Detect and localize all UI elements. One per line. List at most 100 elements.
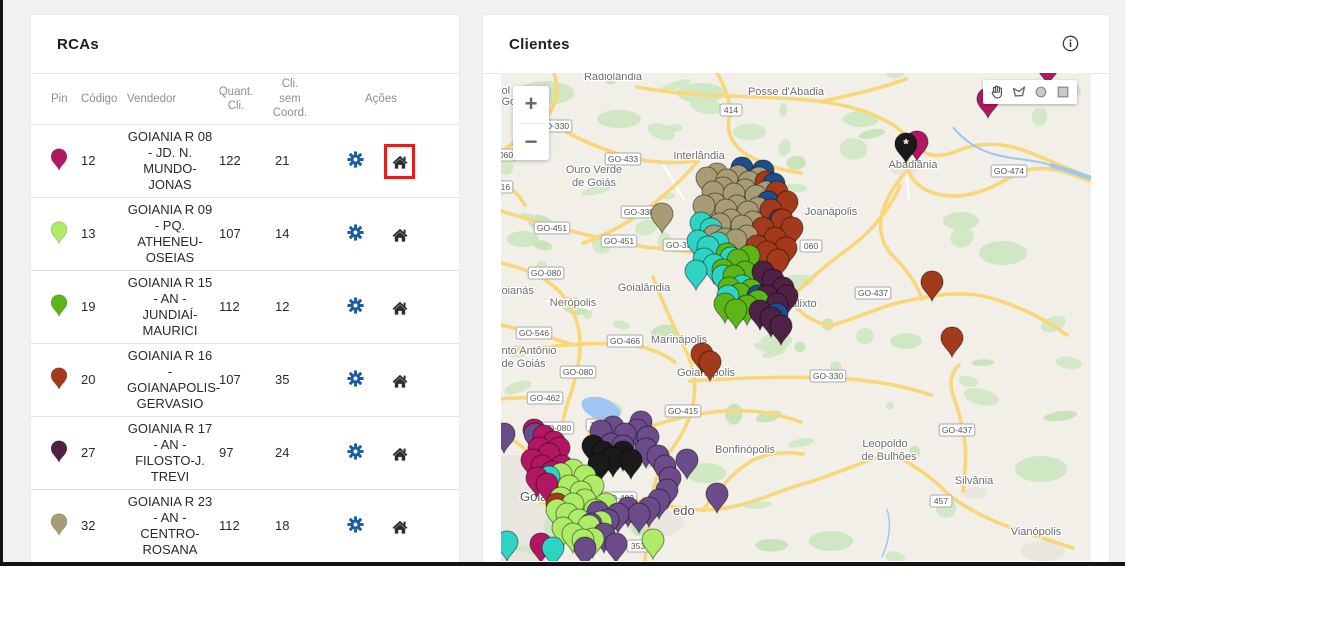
home-icon (391, 299, 409, 316)
home-icon (391, 445, 409, 462)
header-codigo: Código (81, 92, 127, 106)
svg-text:GO-474: GO-474 (994, 166, 1025, 176)
rca-pin-icon (51, 513, 67, 536)
road-badge: GO-546 (516, 327, 552, 339)
svg-text:GO-415: GO-415 (668, 406, 699, 416)
header-cli-sem-coord: Cli. sem Coord. (259, 77, 321, 120)
map-town-label: Radiolândia (584, 73, 643, 83)
map-town-label: Leopoldo (862, 438, 907, 450)
row-pin-cell (51, 148, 81, 175)
rca-pin-icon (51, 221, 67, 244)
row-quant-cli: 107 (213, 372, 259, 388)
map-graphics: RadiolândiaPosse d'AbadiaInterlândiaOuro… (501, 73, 1091, 561)
road-badge: GO-466 (607, 335, 643, 347)
pan-hand-tool[interactable] (986, 81, 1008, 103)
home-button[interactable] (384, 290, 415, 325)
map-town-label: Abadiânia (889, 159, 939, 171)
row-codigo: 13 (81, 226, 127, 242)
settings-gear-icon[interactable] (347, 370, 364, 391)
home-button[interactable] (384, 217, 415, 252)
home-icon (391, 518, 409, 535)
row-vendedor: GOIANIA R 16 - GOIANAPOLIS-GERVASIO (127, 348, 213, 411)
row-acoes (321, 436, 441, 471)
zoom-out-button[interactable]: − (513, 124, 549, 161)
table-row[interactable]: 27 GOIANIA R 17 - AN - FILOSTO-J. TREVI … (31, 417, 459, 490)
svg-text:414: 414 (724, 105, 738, 115)
row-pin-cell (51, 294, 81, 321)
svg-text:GO-451: GO-451 (537, 223, 568, 233)
table-row[interactable]: 19 GOIANIA R 15 - AN - JUNDIAÍ-MAURICI 1… (31, 271, 459, 344)
map-city-label: edo (673, 503, 695, 518)
settings-gear-icon[interactable] (347, 516, 364, 537)
header-vendedor: Vendedor (127, 92, 213, 106)
road-badge: GO-451 (601, 235, 637, 247)
row-vendedor: GOIANIA R 15 - AN - JUNDIAÍ-MAURICI (127, 275, 213, 338)
info-icon[interactable] (1062, 35, 1079, 57)
urban-area (963, 487, 987, 499)
green-area (979, 241, 1027, 265)
row-acoes (321, 509, 441, 544)
row-quant-cli: 112 (213, 518, 259, 534)
table-row[interactable]: 13 GOIANIA R 09 - PQ. ATHENEU-OSEIAS 107… (31, 198, 459, 271)
row-cli-sem-coord: 21 (259, 153, 321, 169)
row-pin-cell (51, 221, 81, 248)
zoom-in-button[interactable]: + (513, 86, 549, 123)
settings-gear-icon[interactable] (347, 224, 364, 245)
row-vendedor: GOIANIA R 08 - JD. N. MUNDO-JONAS (127, 129, 213, 192)
home-button[interactable] (384, 436, 415, 471)
home-button[interactable] (384, 144, 415, 179)
draw-polygon-tool[interactable] (1008, 81, 1030, 103)
row-pin-cell (51, 513, 81, 540)
row-cli-sem-coord: 14 (259, 226, 321, 242)
settings-gear-icon[interactable] (347, 151, 364, 172)
map-town-label: Posse d'Abadia (748, 86, 825, 98)
home-button[interactable] (384, 509, 415, 544)
svg-text:GO-437: GO-437 (858, 288, 889, 298)
table-row[interactable]: 20 GOIANIA R 16 - GOIANAPOLIS-GERVASIO 1… (31, 344, 459, 417)
row-codigo: 12 (81, 153, 127, 169)
table-row[interactable]: 32 GOIANIA R 23 - AN - CENTRO-ROSANA 112… (31, 490, 459, 563)
map-town-label: Bonfinópolis (715, 444, 775, 456)
green-area (755, 539, 788, 552)
rca-pin-icon (51, 148, 67, 171)
road-badge: 060 (800, 240, 822, 252)
header-acoes: Ações (321, 92, 441, 106)
road-badge: GO-451 (534, 222, 570, 234)
map-town-label: Nerópolis (550, 297, 597, 309)
svg-text:GO-546: GO-546 (519, 328, 550, 338)
map-town-label: oianás (502, 285, 535, 297)
home-icon (391, 226, 409, 243)
rca-pin-icon (51, 440, 67, 463)
row-quant-cli: 122 (213, 153, 259, 169)
map-drawing-toolbar (983, 80, 1077, 104)
svg-text:GO-080: GO-080 (531, 268, 562, 278)
draw-circle-tool[interactable] (1030, 81, 1052, 103)
settings-gear-icon[interactable] (347, 443, 364, 464)
rca-pin-icon (51, 294, 67, 317)
svg-text:457: 457 (934, 496, 948, 506)
road-badge: GO-080 (528, 267, 564, 279)
header-quant-cli: Quant. Cli. (213, 85, 259, 114)
row-vendedor: GOIANIA R 23 - AN - CENTRO-ROSANA (127, 494, 213, 557)
green-area (733, 124, 766, 141)
road-badge: GO-437 (855, 287, 891, 299)
road-badge: GO-080 (560, 366, 596, 378)
road-badge: GO-433 (605, 153, 641, 165)
row-quant-cli: 97 (213, 445, 259, 461)
row-quant-cli: 112 (213, 299, 259, 315)
home-icon (391, 153, 409, 170)
svg-text:GO-437: GO-437 (942, 425, 973, 435)
svg-text:GO-451: GO-451 (604, 236, 635, 246)
svg-text:GO-060: GO-060 (501, 150, 513, 160)
home-button[interactable] (384, 363, 415, 398)
clientes-panel: Clientes RadiolândiaPosse d'AbadiaInterl… (482, 14, 1110, 566)
row-cli-sem-coord: 35 (259, 372, 321, 388)
map-canvas[interactable]: RadiolândiaPosse d'AbadiaInterlândiaOuro… (501, 73, 1091, 561)
table-row[interactable]: 12 GOIANIA R 08 - JD. N. MUNDO-JONAS 122… (31, 125, 459, 198)
map-town-label: nto Antônio (502, 345, 557, 357)
svg-text:GO-462: GO-462 (530, 393, 561, 403)
row-vendedor: GOIANIA R 17 - AN - FILOSTO-J. TREVI (127, 421, 213, 484)
road-badge: GO-462 (527, 392, 563, 404)
draw-rectangle-tool[interactable] (1052, 81, 1074, 103)
settings-gear-icon[interactable] (347, 297, 364, 318)
